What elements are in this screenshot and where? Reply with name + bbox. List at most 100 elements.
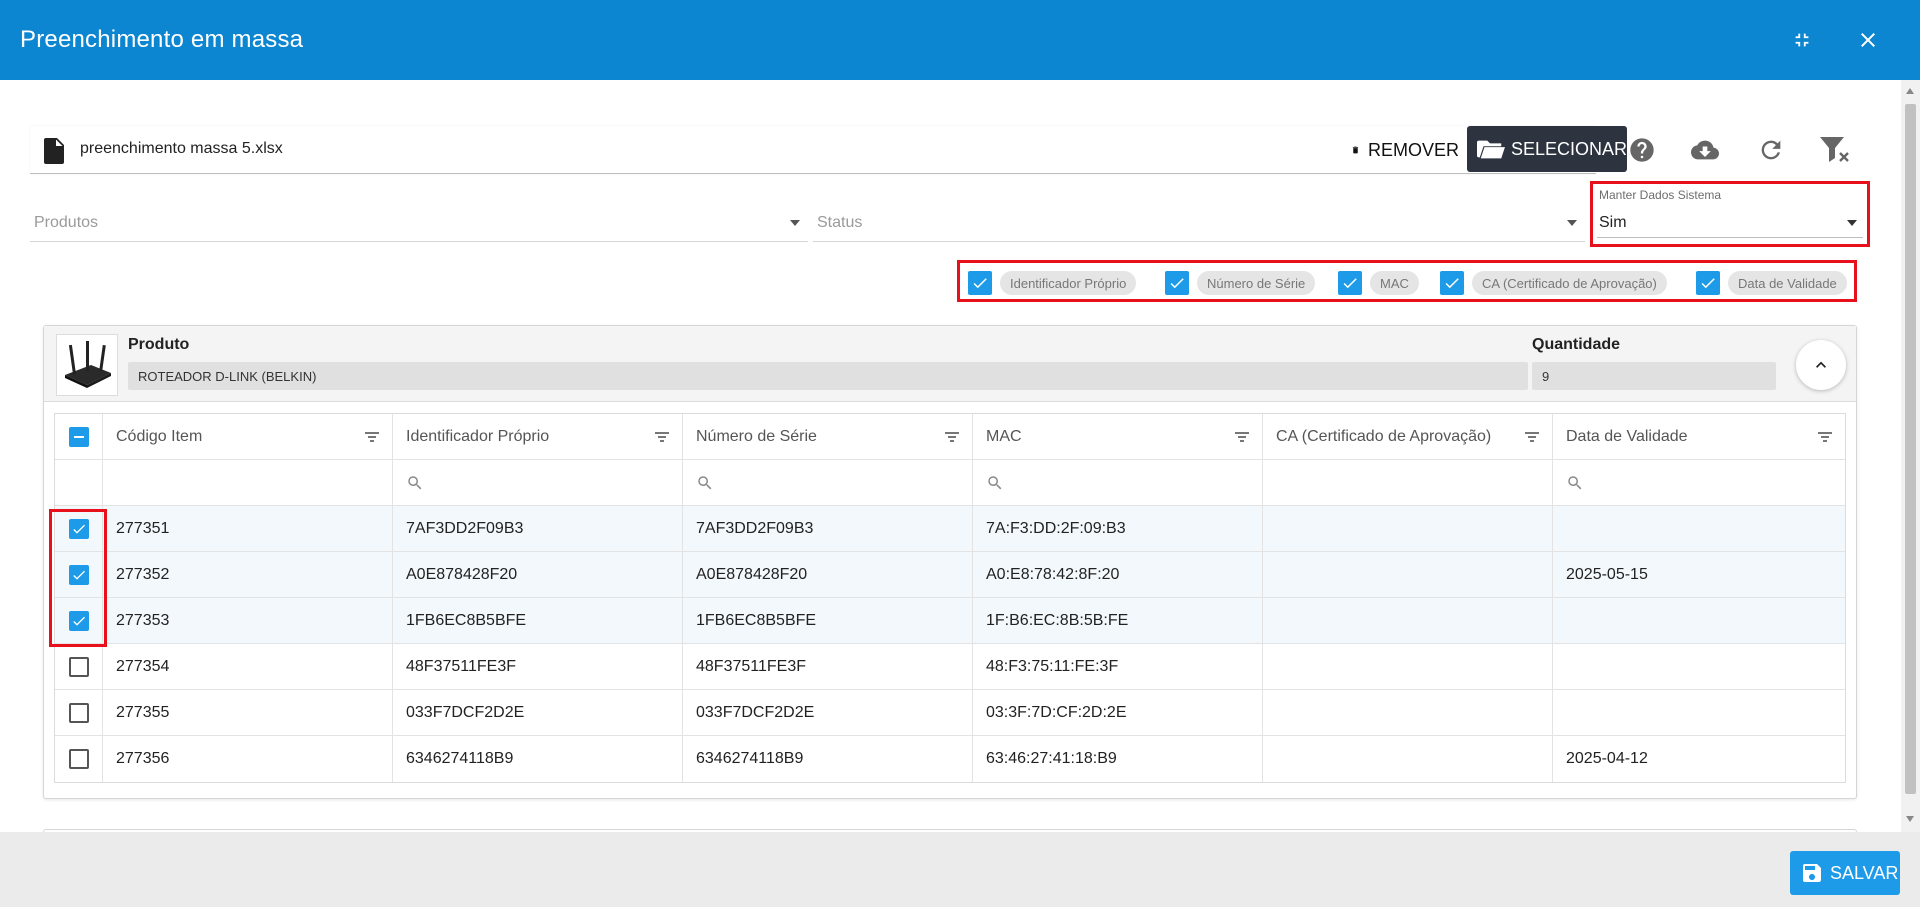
filter-icon[interactable] (1524, 430, 1540, 444)
remove-file-button[interactable]: REMOVER (1345, 130, 1459, 170)
scroll-up-icon[interactable] (1906, 88, 1914, 94)
cell-codigo[interactable]: 277354 (103, 644, 393, 689)
cell-ca[interactable] (1263, 506, 1553, 551)
select-file-button[interactable]: SELECIONAR (1467, 126, 1627, 172)
search-icon[interactable] (986, 474, 1004, 492)
minimize-button[interactable] (1786, 24, 1818, 56)
cell-codigo[interactable]: 277352 (103, 552, 393, 597)
checkbox[interactable] (1165, 271, 1189, 295)
cell-validade[interactable]: 2025-05-15 (1553, 552, 1845, 597)
vertical-scrollbar[interactable] (1901, 80, 1920, 832)
toggle-mac[interactable]: MAC (1338, 270, 1419, 296)
product-image (56, 334, 118, 396)
column-header-validade[interactable]: Data de Validade (1553, 414, 1845, 459)
status-select[interactable]: Status (813, 202, 1585, 242)
cell-serie[interactable]: 7AF3DD2F09B3 (683, 506, 973, 551)
minus-icon (73, 435, 84, 438)
select-underline (1597, 237, 1863, 238)
checkbox[interactable] (1696, 271, 1720, 295)
table-row[interactable]: 277352 A0E878428F20 A0E878428F20 A0:E8:7… (55, 552, 1845, 598)
cell-identificador[interactable]: 48F37511FE3F (393, 644, 683, 689)
cell-validade[interactable]: 2025-04-12 (1553, 736, 1845, 782)
filter-cell-serie[interactable] (683, 460, 973, 505)
row-checkbox[interactable] (68, 749, 89, 769)
table-row[interactable]: 277353 1FB6EC8B5BFE 1FB6EC8B5BFE 1F:B6:E… (55, 598, 1845, 644)
cell-mac[interactable]: 7A:F3:DD:2F:09:B3 (973, 506, 1263, 551)
clear-filter-button[interactable] (1819, 134, 1851, 166)
table-row[interactable]: 277356 6346274118B9 6346274118B9 63:46:2… (55, 736, 1845, 782)
cell-ca[interactable] (1263, 598, 1553, 643)
toggle-label: Data de Validade (1728, 271, 1847, 295)
table-row[interactable]: 277351 7AF3DD2F09B3 7AF3DD2F09B3 7A:F3:D… (55, 506, 1845, 552)
select-all-cell (55, 414, 103, 459)
table-row[interactable]: 277354 48F37511FE3F 48F37511FE3F 48:F3:7… (55, 644, 1845, 690)
cell-ca[interactable] (1263, 552, 1553, 597)
row-checkbox[interactable] (68, 702, 89, 723)
cell-ca[interactable] (1263, 644, 1553, 689)
cell-codigo[interactable]: 277353 (103, 598, 393, 643)
toggle-identificador[interactable]: Identificador Próprio (968, 270, 1137, 296)
cell-serie[interactable]: 48F37511FE3F (683, 644, 973, 689)
search-icon[interactable] (406, 474, 424, 492)
filter-icon[interactable] (944, 430, 960, 444)
close-button[interactable] (1852, 24, 1884, 56)
cell-ca[interactable] (1263, 736, 1553, 782)
column-header-ca[interactable]: CA (Certificado de Aprovação) (1263, 414, 1553, 459)
cell-serie[interactable]: 033F7DCF2D2E (683, 690, 973, 735)
toggle-numero-serie[interactable]: Número de Série (1165, 270, 1316, 296)
select-all-checkbox[interactable] (68, 426, 89, 447)
cell-codigo[interactable]: 277355 (103, 690, 393, 735)
checkbox[interactable] (1440, 271, 1464, 295)
toggle-data-validade[interactable]: Data de Validade (1696, 270, 1847, 296)
cell-ca[interactable] (1263, 690, 1553, 735)
filter-cell-identificador[interactable] (393, 460, 683, 505)
column-header-serie[interactable]: Número de Série (683, 414, 973, 459)
cell-serie[interactable]: 1FB6EC8B5BFE (683, 598, 973, 643)
cell-validade[interactable] (1553, 598, 1845, 643)
cell-validade[interactable] (1553, 506, 1845, 551)
cell-validade[interactable] (1553, 644, 1845, 689)
table-row[interactable]: 277355 033F7DCF2D2E 033F7DCF2D2E 03:3F:7… (55, 690, 1845, 736)
download-button[interactable] (1689, 134, 1721, 166)
filter-icon[interactable] (1817, 430, 1833, 444)
cell-identificador[interactable]: 7AF3DD2F09B3 (393, 506, 683, 551)
checkbox[interactable] (1338, 271, 1362, 295)
cell-serie[interactable]: 6346274118B9 (683, 736, 973, 782)
column-header-identificador[interactable]: Identificador Próprio (393, 414, 683, 459)
collapse-card-button[interactable] (1796, 340, 1846, 390)
refresh-button[interactable] (1755, 134, 1787, 166)
cell-identificador[interactable]: A0E878428F20 (393, 552, 683, 597)
cell-mac[interactable]: 03:3F:7D:CF:2D:2E (973, 690, 1263, 735)
filter-cell-mac[interactable] (973, 460, 1263, 505)
save-button[interactable]: SALVAR (1790, 851, 1900, 895)
scroll-down-icon[interactable] (1906, 816, 1914, 822)
cell-mac[interactable]: 1F:B6:EC:8B:5B:FE (973, 598, 1263, 643)
save-label: SALVAR (1830, 862, 1899, 883)
cell-mac[interactable]: A0:E8:78:42:8F:20 (973, 552, 1263, 597)
help-button[interactable] (1626, 134, 1658, 166)
cell-identificador[interactable]: 1FB6EC8B5BFE (393, 598, 683, 643)
column-header-codigo[interactable]: Código Item (103, 414, 393, 459)
filter-icon[interactable] (654, 430, 670, 444)
filter-cell-validade[interactable] (1553, 460, 1845, 505)
manter-dados-sistema-select[interactable]: Manter Dados Sistema Sim (1590, 181, 1870, 247)
search-icon[interactable] (1566, 474, 1584, 492)
search-icon[interactable] (696, 474, 714, 492)
cell-serie[interactable]: A0E878428F20 (683, 552, 973, 597)
cell-identificador[interactable]: 6346274118B9 (393, 736, 683, 782)
produtos-select[interactable]: Produtos (30, 202, 808, 242)
cell-codigo[interactable]: 277356 (103, 736, 393, 782)
row-checkbox[interactable] (68, 656, 89, 677)
filter-icon[interactable] (364, 430, 380, 444)
cell-mac[interactable]: 63:46:27:41:18:B9 (973, 736, 1263, 782)
cell-validade[interactable] (1553, 690, 1845, 735)
toggle-label: Identificador Próprio (1000, 271, 1137, 295)
scrollbar-thumb[interactable] (1905, 104, 1916, 794)
filter-icon[interactable] (1234, 430, 1250, 444)
cell-codigo[interactable]: 277351 (103, 506, 393, 551)
toggle-ca[interactable]: CA (Certificado de Aprovação) (1440, 270, 1667, 296)
cell-mac[interactable]: 48:F3:75:11:FE:3F (973, 644, 1263, 689)
column-header-mac[interactable]: MAC (973, 414, 1263, 459)
checkbox[interactable] (968, 271, 992, 295)
cell-identificador[interactable]: 033F7DCF2D2E (393, 690, 683, 735)
